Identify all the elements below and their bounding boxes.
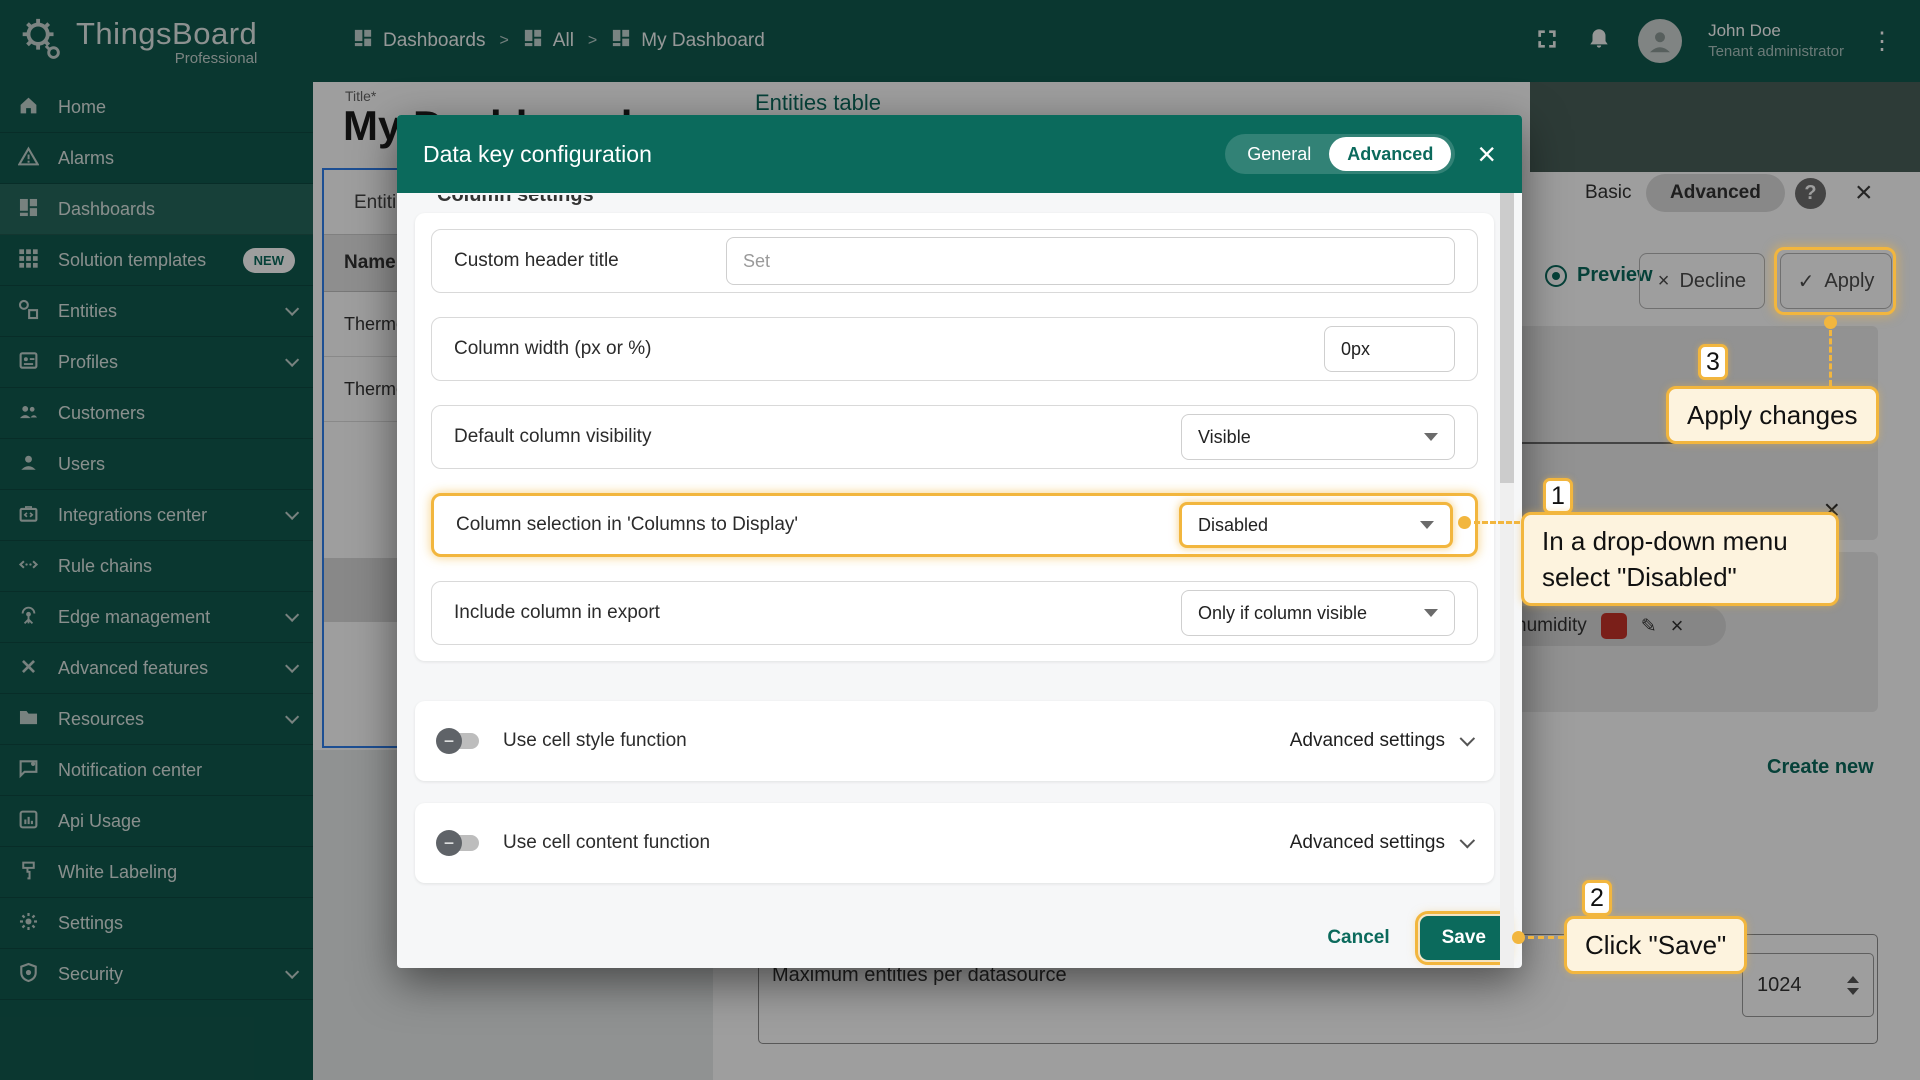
toggle-thumb-minus-icon [436, 830, 462, 856]
column-width-px-or-input[interactable]: 0px [1324, 326, 1455, 372]
save-button[interactable]: Save [1420, 916, 1508, 960]
chevron-down-icon [1460, 832, 1476, 848]
toggle-label: Use cell content function [503, 832, 710, 854]
chevron-down-icon [1420, 521, 1434, 529]
dialog-header: Data key configuration General Advanced … [397, 115, 1522, 193]
function-toggle-cards: Use cell style function Advanced settings… [397, 701, 1522, 883]
setting-label: Custom header title [454, 250, 726, 272]
card-use-cell-content-function: Use cell content function Advanced settin… [415, 803, 1494, 883]
setting-label: Default column visibility [454, 426, 651, 448]
include-column-in-export-select[interactable]: Only if column visible [1181, 590, 1455, 636]
column-selection-in-columns-to-display-select[interactable]: Disabled [1179, 502, 1453, 548]
use-cell-style-function-advanced-settings-link[interactable]: Advanced settings [1290, 730, 1470, 752]
default-column-visibility-select[interactable]: Visible [1181, 414, 1455, 460]
tab-general[interactable]: General [1229, 137, 1329, 171]
setting-row-custom-header-title: Custom header title Set [431, 229, 1478, 293]
dialog-mode-toggle: General Advanced [1225, 134, 1455, 174]
select-value: Visible [1198, 427, 1251, 448]
advanced-settings-label: Advanced settings [1290, 832, 1445, 854]
advanced-settings-label: Advanced settings [1290, 730, 1445, 752]
dialog-scrollbar[interactable] [1500, 193, 1514, 968]
tab-advanced[interactable]: Advanced [1329, 137, 1451, 171]
setting-row-column-width-px-or: Column width (px or %) 0px [431, 317, 1478, 381]
use-cell-style-function-toggle[interactable] [439, 733, 479, 749]
select-value: Only if column visible [1198, 603, 1367, 624]
custom-header-title-input[interactable]: Set [726, 237, 1455, 285]
select-value: Disabled [1198, 515, 1268, 536]
cancel-button[interactable]: Cancel [1327, 927, 1389, 949]
setting-row-include-column-in-export: Include column in export Only if column v… [431, 581, 1478, 645]
toggle-label: Use cell style function [503, 730, 687, 752]
toggle-thumb-minus-icon [436, 728, 462, 754]
input-placeholder: Set [743, 251, 770, 272]
dialog-footer: Cancel Save [1327, 916, 1508, 960]
use-cell-content-function-advanced-settings-link[interactable]: Advanced settings [1290, 832, 1470, 854]
chevron-down-icon [1424, 609, 1438, 617]
section-heading-clipped: Column settings [437, 195, 737, 207]
data-key-configuration-dialog: Data key configuration General Advanced … [397, 115, 1522, 968]
column-settings-card: Custom header title Set Column width (px o… [415, 213, 1494, 661]
setting-row-column-selection-in-columns-to-display: Column selection in 'Columns to Display'… [431, 493, 1478, 557]
card-use-cell-style-function: Use cell style function Advanced settings [415, 701, 1494, 781]
chevron-down-icon [1460, 730, 1476, 746]
setting-label: Column selection in 'Columns to Display' [456, 514, 798, 536]
setting-label: Column width (px or %) [454, 338, 651, 360]
chevron-down-icon [1424, 433, 1438, 441]
setting-label: Include column in export [454, 602, 660, 624]
input-value: 0px [1341, 339, 1370, 360]
use-cell-content-function-toggle[interactable] [439, 835, 479, 851]
setting-row-default-column-visibility: Default column visibility Visible [431, 405, 1478, 469]
dialog-close-icon[interactable]: × [1477, 138, 1496, 170]
dialog-title: Data key configuration [423, 141, 652, 168]
dialog-body: Column settings Custom header title Set Co… [397, 193, 1522, 968]
